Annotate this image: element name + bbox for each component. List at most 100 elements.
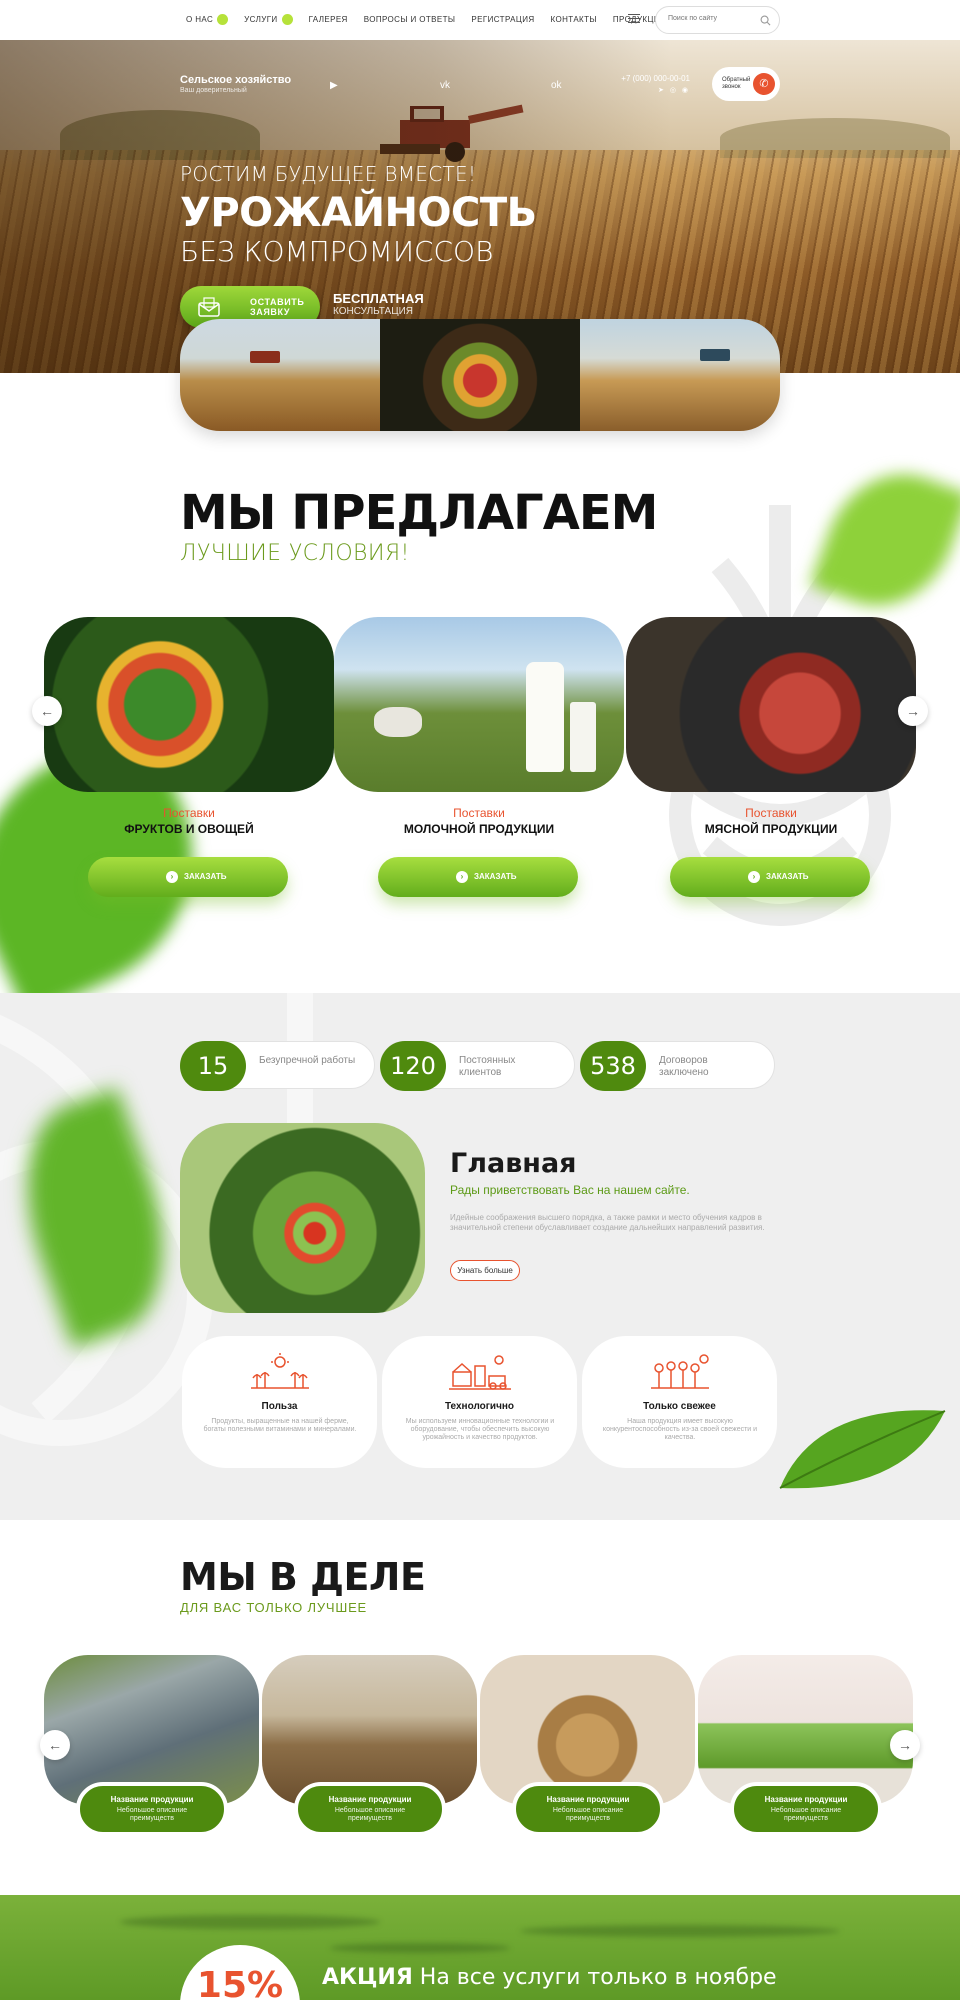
search-box [655,6,780,34]
stat-clients: 120 Постоянных клиентов [380,1041,575,1091]
nav-item-faq[interactable]: Вопросы и ответы [364,14,456,25]
nav-item-services[interactable]: Услуги [244,14,293,25]
product-card[interactable]: Название продукции Небольшое описание пр… [44,1655,259,1840]
product-card[interactable]: Название продукции Небольшое описание пр… [262,1655,477,1840]
cow-shape [374,707,422,737]
product-card[interactable]: Название продукции Небольшое описание пр… [480,1655,695,1840]
product-title: Название продукции [764,1795,848,1804]
brand-tagline: Ваш доверительный [180,87,247,94]
product-label: Название продукции Небольшое описание пр… [730,1782,882,1836]
product-label: Название продукции Небольшое описание пр… [294,1782,446,1836]
stat-value: 120 [380,1041,446,1091]
nav-item-gallery[interactable]: Галерея [309,14,348,25]
messenger-icons[interactable]: ➤ ◎ ◉ [610,86,690,94]
discount-percent: 15% [196,1965,284,2000]
offers-subtitle: ЛУЧШИЕ УСЛОВИЯ! [180,541,410,566]
combine-field-image [580,319,780,431]
order-button[interactable]: › Заказать [378,857,578,897]
product-label: Название продукции Небольшое описание пр… [512,1782,664,1836]
hamburger-menu-icon[interactable] [628,14,640,23]
action-subtitle: ДЛЯ ВАС ТОЛЬКО ЛУЧШЕЕ [180,1600,368,1615]
arrow-right-icon: › [166,871,178,883]
product-card[interactable]: Название продукции Небольшое описание пр… [698,1655,913,1840]
brand-name: Сельское хозяйство [180,74,292,86]
arrow-right-icon: › [456,871,468,883]
order-button[interactable]: › Заказать [670,857,870,897]
feature-card: Только свежее Наша продукция имеет высок… [582,1336,777,1468]
promo-description: На все услуги только в ноябре [419,1965,777,1990]
carousel-prev-arrow-icon[interactable]: ← [40,1730,70,1760]
field-texture [520,1925,840,1937]
milk-bottle [526,662,564,772]
vk-icon[interactable]: vk [440,80,450,91]
product-desc: Небольшое описание преимуществ [770,1807,842,1822]
envelope-icon [198,297,220,317]
hero-title: УРОЖАЙНОСТЬ [180,190,537,236]
search-icon[interactable] [760,15,771,26]
product-desc: Небольшое описание преимуществ [334,1807,406,1822]
nav-indicator-dot [217,14,229,25]
nav-item-label: Регистрация [471,15,535,24]
carousel-next-arrow-icon[interactable]: → [898,696,928,726]
field-texture [330,1943,510,1953]
offer-name: фруктов и овощей [124,822,254,836]
promo-banner: 15% АКЦИЯ На все услуги только в ноябре [0,1895,960,2000]
sun-crops-icon [251,1353,309,1389]
site-brand[interactable]: Сельское хозяйство Ваш доверительный [180,74,291,94]
order-button[interactable]: › Заказать [88,857,288,897]
fresh-sprouts-icon [651,1354,709,1389]
youtube-icon[interactable]: ▶ [330,80,338,91]
nav-item-registration[interactable]: Регистрация [471,14,534,25]
feature-card: Польза Продукты, выращенные на нашей фер… [182,1336,377,1468]
stat-value: 538 [580,1041,646,1091]
callback-label: Обратный звонок [722,77,751,90]
stat-contracts: 538 Договоров заключено [580,1041,775,1091]
order-button-label: Заказать [474,872,517,881]
milk-glass [570,702,596,772]
offer-kind: Поставки [163,806,215,820]
consult-line1: БЕСПЛАТНАЯ [333,291,424,306]
offer-name: мясной продукции [704,822,838,836]
field-texture [120,1915,380,1929]
carousel-next-arrow-icon[interactable]: → [890,1730,920,1760]
top-nav: О нас Услуги Галерея Вопросы и ответы Ре… [0,0,960,40]
about-section: 15 Безупречной работы 120 Постоянных кли… [0,993,960,1520]
nav-item-label: Услуги [244,15,278,24]
combine-mark [250,351,280,363]
nav-item-contacts[interactable]: Контакты [551,14,597,25]
product-desc: Небольшое описание преимуществ [116,1807,188,1822]
offer-kind: Поставки [745,806,797,820]
stat-years: 15 Безупречной работы [180,1041,375,1091]
search-input[interactable] [668,15,758,22]
product-label: Название продукции Небольшое описание пр… [76,1782,228,1836]
nav-item-about[interactable]: О нас [186,14,229,25]
nav-indicator-dot [281,14,293,25]
offer-card: Поставки мясной продукции › Заказать [626,617,916,907]
about-title: Главная [450,1148,577,1179]
combine-mark [700,349,730,361]
offer-kind: Поставки [453,806,505,820]
stat-value: 15 [180,1041,246,1091]
carousel-prev-arrow-icon[interactable]: ← [32,696,62,726]
discount-badge: 15% [180,1945,300,2000]
tomatoes-image [180,1123,425,1313]
nav-item-label: Контакты [550,15,597,24]
ok-icon[interactable]: ok [551,80,562,91]
hero-kicker: РОСТИМ БУДУЩЕЕ ВМЕСТЕ! [180,162,477,186]
order-button-label: Заказать [184,872,227,881]
offer-card: Поставки фруктов и овощей › Заказать [44,617,334,907]
product-desc: Небольшое описание преимуществ [552,1807,624,1822]
offer-name: молочной продукции [403,822,555,836]
phone-number[interactable]: +7 (000) 000-00-01 [610,74,690,83]
feature-title: Технологично [444,1401,515,1412]
cta-label: Оставить заявку [250,297,305,317]
nav-menu: О нас Услуги Галерея Вопросы и ответы Ре… [186,14,666,25]
feature-text: Продукты, выращенные на нашей ферме, бог… [203,1418,357,1433]
offer-card: Поставки молочной продукции › Заказать [334,617,624,907]
callback-button[interactable]: Обратный звонок ✆ [712,67,780,101]
hero-image-strip [180,319,780,431]
learn-more-button[interactable]: Узнать больше [450,1260,520,1281]
order-button-label: Заказать [766,872,809,881]
consult-line2: КОНСУЛЬТАЦИЯ [333,306,413,317]
promo-label: АКЦИЯ [322,1965,413,1990]
